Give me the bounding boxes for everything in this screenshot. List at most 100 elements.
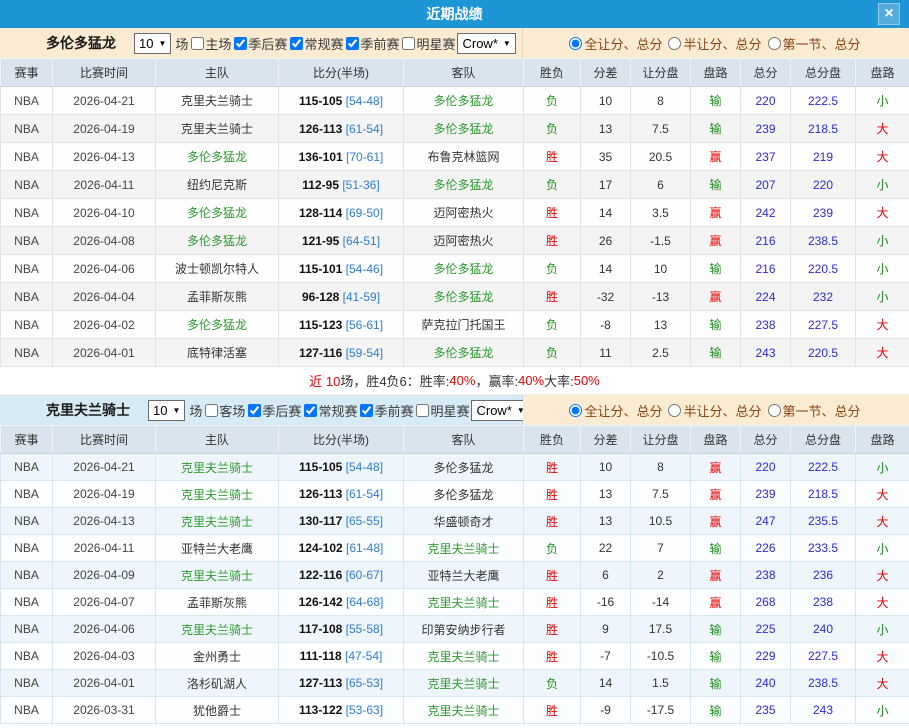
- dialog-title: 近期战绩: [426, 6, 483, 22]
- total-result-cell: 小: [855, 226, 909, 255]
- filter-checkbox-季前赛[interactable]: 季前赛: [343, 34, 399, 53]
- odds-mode-radio-第一节、总分[interactable]: 第一节、总分: [766, 401, 861, 420]
- column-header: 主队: [155, 425, 279, 454]
- handicap-result-cell: 输: [690, 254, 741, 283]
- close-icon[interactable]: ×: [878, 3, 900, 25]
- odds-mode-radio-半让分、总分[interactable]: 半让分、总分: [666, 401, 762, 420]
- odds-mode-radio-全让分、总分[interactable]: 全让分、总分: [567, 34, 662, 53]
- result-cell: 负: [523, 170, 581, 199]
- home-team-cell: 克里夫兰骑士: [155, 86, 279, 115]
- checkbox-input[interactable]: [360, 403, 374, 417]
- league-cell: NBA: [0, 588, 53, 616]
- checkbox-input[interactable]: [205, 403, 219, 417]
- date-cell: 2026-04-10: [52, 198, 156, 227]
- games-count-value: 10: [139, 35, 154, 51]
- checkbox-input[interactable]: [234, 36, 248, 50]
- summary-segment: ，赢率:: [475, 374, 519, 389]
- handicap-result-cell: 输: [690, 696, 741, 724]
- checkbox-input[interactable]: [346, 36, 360, 50]
- checkbox-input[interactable]: [191, 36, 205, 50]
- handicap-cell: 8: [630, 453, 691, 481]
- total-points-cell: 247: [740, 507, 791, 535]
- home-team-cell: 波士顿凯尔特人: [155, 254, 279, 283]
- odds-mode-radio-半让分、总分[interactable]: 半让分、总分: [666, 34, 762, 53]
- score-diff-cell: -9: [580, 696, 631, 724]
- filter-checkbox-客场[interactable]: 客场: [202, 401, 245, 420]
- odds-mode-radio-第一节、总分[interactable]: 第一节、总分: [766, 34, 861, 53]
- filter-checkbox-季前赛[interactable]: 季前赛: [357, 401, 413, 420]
- total-result-cell: 小: [855, 534, 909, 562]
- column-header: 比赛时间: [52, 425, 156, 454]
- filter-checkbox-明星赛[interactable]: 明星赛: [399, 34, 455, 53]
- checkbox-input[interactable]: [290, 36, 304, 50]
- handicap-cell: 10: [630, 254, 691, 283]
- filter-left: 多伦多猛龙 10 ▼ 场 主场 季后赛 常规赛 季前赛 明星赛 Crow* ▼: [0, 28, 523, 58]
- radio-input[interactable]: [767, 403, 781, 417]
- radio-input[interactable]: [668, 403, 682, 417]
- final-score: 115-101: [298, 261, 343, 276]
- total-points-cell: 237: [740, 142, 791, 171]
- halftime-score: [54-48]: [342, 93, 384, 108]
- handicap-cell: 6: [630, 170, 691, 199]
- filter-checkbox-季后赛[interactable]: 季后赛: [245, 401, 301, 420]
- total-result-cell: 小: [855, 86, 909, 115]
- checkbox-input[interactable]: [416, 403, 430, 417]
- date-cell: 2026-04-21: [52, 86, 156, 115]
- radio-input[interactable]: [569, 36, 583, 50]
- final-score: 126-113: [298, 121, 343, 136]
- odds-source-select[interactable]: Crow* ▼: [471, 399, 530, 421]
- result-cell: 胜: [523, 480, 581, 508]
- score-diff-cell: 14: [580, 669, 631, 697]
- away-team-cell: 多伦多猛龙: [403, 170, 524, 199]
- summary-segment: 40%: [518, 373, 545, 388]
- filter-checkbox-常规赛[interactable]: 常规赛: [287, 34, 343, 53]
- filter-checkbox-常规赛[interactable]: 常规赛: [301, 401, 357, 420]
- handicap-result-cell: 输: [690, 642, 741, 670]
- odds-source-select[interactable]: Crow* ▼: [457, 32, 516, 54]
- away-team-cell: 克里夫兰骑士: [403, 696, 524, 724]
- handicap-cell: -10.5: [630, 642, 691, 670]
- halftime-score: [64-68]: [342, 595, 384, 609]
- handicap-result-cell: 输: [690, 669, 741, 697]
- radio-input[interactable]: [569, 403, 583, 417]
- result-cell: 胜: [523, 588, 581, 616]
- total-points-cell: 239: [740, 480, 791, 508]
- score-cell: 126-113 [61-54]: [278, 480, 404, 508]
- total-line-cell: 243: [790, 696, 856, 724]
- result-cell: 胜: [523, 453, 581, 481]
- league-cell: NBA: [0, 310, 53, 339]
- radio-input[interactable]: [767, 36, 781, 50]
- home-team-cell: 金州勇士: [155, 642, 279, 670]
- handicap-cell: 10.5: [630, 507, 691, 535]
- checkbox-input[interactable]: [248, 403, 262, 417]
- checkbox-input[interactable]: [304, 403, 318, 417]
- filter-right: 全让分、总分 半让分、总分 第一节、总分: [523, 395, 909, 425]
- handicap-cell: 8: [630, 86, 691, 115]
- score-diff-cell: -8: [580, 310, 631, 339]
- filter-checkbox-季后赛[interactable]: 季后赛: [231, 34, 287, 53]
- total-line-cell: 238: [790, 588, 856, 616]
- home-team-cell: 犹他爵士: [155, 696, 279, 724]
- total-result-cell: 小: [855, 170, 909, 199]
- dialog-titlebar: 近期战绩 ×: [0, 0, 909, 28]
- checkbox-input[interactable]: [402, 36, 416, 50]
- total-line-cell: 236: [790, 561, 856, 589]
- games-count-select[interactable]: 10 ▼: [134, 32, 172, 54]
- total-line-cell: 218.5: [790, 114, 856, 143]
- radio-input[interactable]: [668, 36, 682, 50]
- away-team-cell: 迈阿密热火: [403, 226, 524, 255]
- total-points-cell: 216: [740, 254, 791, 283]
- result-cell: 负: [523, 534, 581, 562]
- date-cell: 2026-03-31: [52, 696, 156, 724]
- total-result-cell: 大: [855, 507, 909, 535]
- filter-checkbox-明星赛[interactable]: 明星赛: [413, 401, 469, 420]
- table-header-row: 赛事 比赛时间 主队 比分(半场) 客队 胜负 分差 让分盘 盘路 总分 总分盘 盘路: [0, 58, 909, 87]
- odds-mode-radio-全让分、总分[interactable]: 全让分、总分: [567, 401, 662, 420]
- filter-checkbox-主场[interactable]: 主场: [188, 34, 231, 53]
- chevron-down-icon: ▼: [502, 38, 511, 48]
- handicap-result-cell: 赢: [690, 198, 741, 227]
- games-count-select[interactable]: 10 ▼: [148, 399, 186, 421]
- column-header: 比分(半场): [278, 58, 404, 87]
- match-row: NBA 2026-04-03 金州勇士 111-118 [47-54] 克里夫兰骑士胜 -…: [0, 642, 909, 670]
- recent-results-dialog: 近期战绩 × 多伦多猛龙 10 ▼ 场 主场 季后赛 常规赛 季前赛 明星赛 Crow*…: [0, 0, 909, 728]
